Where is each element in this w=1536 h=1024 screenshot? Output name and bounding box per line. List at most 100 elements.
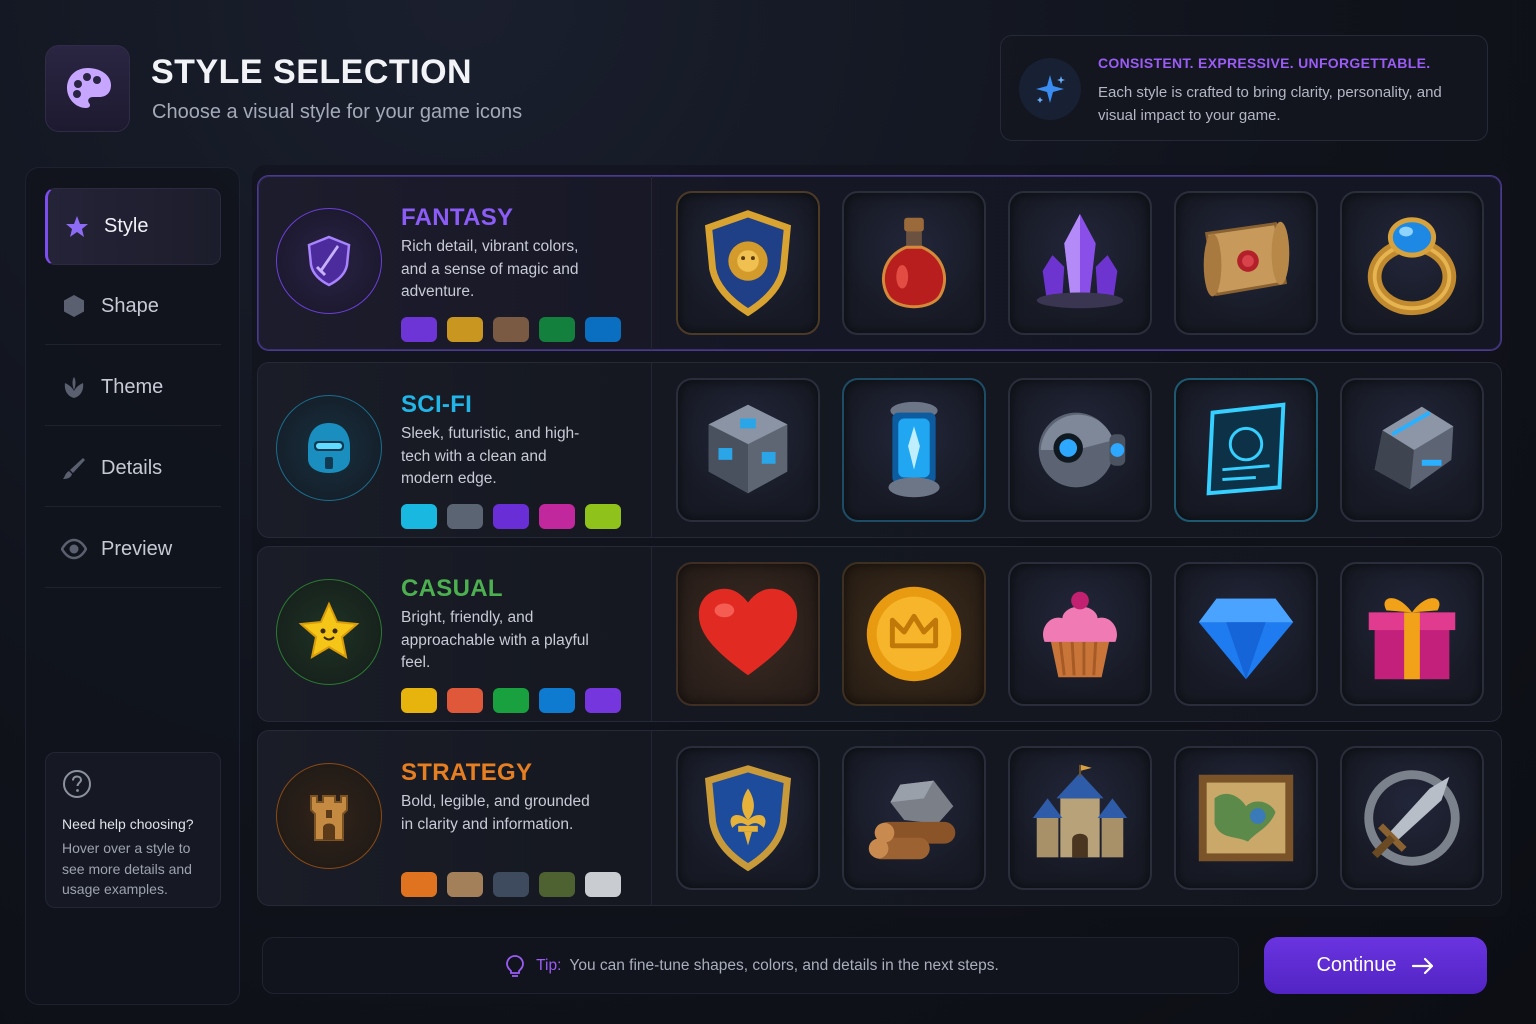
drone-orb-icon xyxy=(1008,378,1152,522)
icon-previews xyxy=(676,562,1484,706)
shield-sword-icon xyxy=(276,208,382,314)
color-swatches xyxy=(401,504,621,529)
castle-icon xyxy=(1008,746,1152,890)
question-icon xyxy=(63,770,91,798)
sidebar: Style Shape Theme Details Preview Need h… xyxy=(25,167,240,1005)
color-swatch xyxy=(585,317,621,342)
sidebar-item-style[interactable]: Style xyxy=(45,188,221,265)
color-swatches xyxy=(401,688,621,713)
color-swatch xyxy=(585,504,621,529)
color-swatches xyxy=(401,872,621,897)
sidebar-item-label: Shape xyxy=(101,294,159,317)
style-card-fantasy[interactable]: FANTASY Rich detail, vibrant colors, and… xyxy=(257,175,1502,351)
arrow-right-icon xyxy=(1411,957,1433,974)
continue-label: Continue xyxy=(1316,954,1397,976)
color-swatch xyxy=(447,872,483,897)
castle-tower-icon xyxy=(276,763,382,869)
icon-previews xyxy=(676,378,1484,522)
help-card: Need help choosing? Hover over a style t… xyxy=(45,752,221,908)
promo-card: CONSISTENT. EXPRESSIVE. UNFORGETTABLE. E… xyxy=(1000,35,1488,141)
color-swatch xyxy=(539,504,575,529)
tip-label: Tip: xyxy=(536,956,562,974)
smiling-star-icon xyxy=(276,579,382,685)
color-swatch xyxy=(539,317,575,342)
color-swatch xyxy=(401,872,437,897)
scroll-icon xyxy=(1174,191,1318,335)
color-swatch xyxy=(447,317,483,342)
style-card-strategy[interactable]: STRATEGY Bold, legible, and grounded in … xyxy=(257,730,1502,906)
heart-icon xyxy=(676,562,820,706)
help-text: Hover over a style to see more details a… xyxy=(62,840,192,897)
lightbulb-icon xyxy=(506,954,525,977)
sidebar-item-label: Preview xyxy=(101,537,173,560)
style-name: SCI-FI xyxy=(401,391,473,418)
style-description: Rich detail, vibrant colors, and a sense… xyxy=(401,238,579,300)
tip-bar: Tip: You can fine-tune shapes, colors, a… xyxy=(262,937,1239,994)
sidebar-item-theme[interactable]: Theme xyxy=(45,349,221,426)
color-swatch xyxy=(447,688,483,713)
tech-cube-icon xyxy=(676,378,820,522)
icon-previews xyxy=(676,191,1484,335)
color-swatch xyxy=(585,688,621,713)
promo-tagline: CONSISTENT. EXPRESSIVE. UNFORGETTABLE. xyxy=(1098,55,1431,71)
leaf-icon xyxy=(64,377,84,398)
color-swatch xyxy=(493,688,529,713)
robot-helmet-icon xyxy=(276,395,382,501)
color-swatch xyxy=(447,504,483,529)
help-title: Need help choosing? xyxy=(62,816,194,832)
color-swatch xyxy=(539,688,575,713)
gem-icon xyxy=(1174,562,1318,706)
palette-icon xyxy=(66,67,111,108)
fleur-shield-icon xyxy=(676,746,820,890)
sidebar-item-shape[interactable]: Shape xyxy=(45,268,221,345)
color-swatch xyxy=(401,504,437,529)
gift-icon xyxy=(1340,562,1484,706)
color-swatch xyxy=(493,504,529,529)
eye-icon xyxy=(61,538,87,560)
color-swatch xyxy=(493,317,529,342)
style-card-sci-fi[interactable]: SCI-FI Sleek, futuristic, and high-tech … xyxy=(257,362,1502,538)
icon-previews xyxy=(676,746,1484,890)
style-description: Bright, friendly, and approachable with … xyxy=(401,609,589,671)
color-swatch xyxy=(401,317,437,342)
page-subtitle: Choose a visual style for your game icon… xyxy=(152,101,523,123)
sparkle-icon xyxy=(1019,58,1081,120)
crown-coin-icon xyxy=(842,562,986,706)
color-swatches xyxy=(401,317,621,342)
hexagon-icon xyxy=(64,295,84,317)
map-icon xyxy=(1174,746,1318,890)
sidebar-item-label: Details xyxy=(101,456,163,479)
crystal-icon xyxy=(1008,191,1152,335)
star-icon xyxy=(66,215,88,237)
potion-icon xyxy=(842,191,986,335)
page-title: STYLE SELECTION xyxy=(151,53,473,91)
sidebar-item-label: Style xyxy=(104,215,149,237)
continue-button[interactable]: Continue xyxy=(1264,937,1487,994)
ring-icon xyxy=(1340,191,1484,335)
cupcake-icon xyxy=(1008,562,1152,706)
brush-icon xyxy=(63,458,85,479)
promo-text: Each style is crafted to bring clarity, … xyxy=(1098,84,1442,124)
style-description: Sleek, futuristic, and high-tech with a … xyxy=(401,425,580,487)
sidebar-item-details[interactable]: Details xyxy=(45,430,221,507)
color-swatch xyxy=(585,872,621,897)
sidebar-item-label: Theme xyxy=(101,375,164,398)
crossed-sword-icon xyxy=(1340,746,1484,890)
color-swatch xyxy=(539,872,575,897)
header-logo xyxy=(45,45,130,132)
style-card-casual[interactable]: CASUAL Bright, friendly, and approachabl… xyxy=(257,546,1502,722)
tip-text: You can fine-tune shapes, colors, and de… xyxy=(569,956,999,974)
holo-card-icon xyxy=(1174,378,1318,522)
color-swatch xyxy=(401,688,437,713)
style-list: FANTASY Rich detail, vibrant colors, and… xyxy=(252,165,1510,917)
style-name: FANTASY xyxy=(401,204,514,231)
sidebar-item-preview[interactable]: Preview xyxy=(45,511,221,588)
stone-wood-icon xyxy=(842,746,986,890)
lion-shield-icon xyxy=(676,191,820,335)
style-name: CASUAL xyxy=(401,575,503,602)
color-swatch xyxy=(493,872,529,897)
tech-module-icon xyxy=(1340,378,1484,522)
energy-canister-icon xyxy=(842,378,986,522)
style-name: STRATEGY xyxy=(401,759,533,786)
style-description: Bold, legible, and grounded in clarity a… xyxy=(401,793,590,833)
